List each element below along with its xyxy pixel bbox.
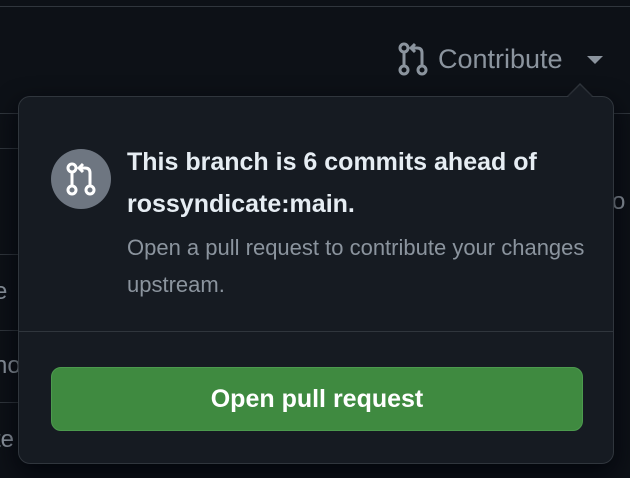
chevron-down-icon xyxy=(586,56,603,64)
file-row-text-fragment: o xyxy=(612,188,626,215)
git-pull-request-icon xyxy=(51,149,111,209)
contribute-label: Contribute xyxy=(438,43,563,74)
popover-arrow-fill xyxy=(567,85,593,98)
file-row-border xyxy=(0,254,20,255)
popover-divider xyxy=(19,331,613,332)
file-row-border xyxy=(0,330,20,331)
file-row-border xyxy=(0,148,20,149)
file-row-text-fragment: e xyxy=(0,278,8,305)
contribute-button[interactable]: Contribute xyxy=(398,40,603,78)
open-pull-request-button[interactable]: Open pull request xyxy=(51,367,583,431)
popover-description: Open a pull request to contribute your c… xyxy=(127,235,585,297)
git-pull-request-icon xyxy=(398,42,428,76)
page-header-border xyxy=(0,0,630,7)
contribute-popover: This branch is 6 commits ahead of rossyn… xyxy=(18,96,614,464)
popover-heading: This branch is 6 commits ahead of rossyn… xyxy=(127,148,537,218)
file-row-text-fragment: te xyxy=(0,426,15,453)
file-row-border xyxy=(0,402,20,403)
